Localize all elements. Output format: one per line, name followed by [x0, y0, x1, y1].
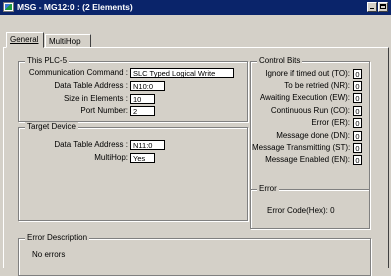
error-description-group-legend: Error Description — [25, 233, 90, 242]
control-bit-en-field[interactable]: 0 — [353, 155, 362, 165]
port-number-field[interactable]: 2 — [130, 106, 155, 116]
error-description-text: No errors — [32, 250, 66, 259]
control-bits-group-legend: Control Bits — [257, 56, 303, 65]
control-bit-en-label: Message Enabled (EN): — [265, 155, 350, 164]
control-bit-st-field[interactable]: 0 — [353, 143, 362, 153]
size-in-elements-field[interactable]: 10 — [130, 94, 155, 104]
control-bit-nr-field[interactable]: 0 — [353, 81, 362, 91]
tab-general-label: General — [10, 35, 39, 44]
minimize-button[interactable] — [367, 2, 377, 12]
control-bit-to-label: Ignore if timed out (TO): — [265, 69, 350, 78]
control-bit-er-label: Error (ER): — [311, 118, 350, 127]
control-bit-ew-label: Awaiting Execution (EW): — [259, 93, 350, 102]
control-bit-er-field[interactable]: 0 — [353, 118, 362, 128]
target-device-group-legend: Target Device — [25, 122, 78, 131]
plc5-data-table-address-label: Data Table Address : — [54, 81, 128, 90]
error-code-text: Error Code(Hex): 0 — [267, 206, 335, 215]
plc5-data-table-address-field[interactable]: N10:0 — [130, 81, 165, 91]
plc5-group-legend: This PLC-5 — [25, 56, 70, 65]
control-bit-co-field[interactable]: 0 — [353, 106, 362, 116]
window-title: MSG - MG12:0 : (2 Elements) — [17, 2, 133, 12]
target-data-table-address-field[interactable]: N11:0 — [130, 140, 165, 150]
title-bar[interactable]: MSG - MG12:0 : (2 Elements) — [0, 0, 391, 15]
control-bit-ew-field[interactable]: 0 — [353, 93, 362, 103]
error-description-group: Error Description — [18, 233, 371, 276]
control-bit-to-field[interactable]: 0 — [353, 69, 362, 79]
tab-multihop[interactable]: MultiHop — [45, 34, 91, 48]
control-bit-dn-field[interactable]: 0 — [353, 131, 362, 141]
target-data-table-address-label: Data Table Address : — [54, 140, 128, 149]
control-bit-co-label: Continuous Run (CO): — [270, 106, 350, 115]
size-in-elements-label: Size in Elements : — [63, 94, 128, 103]
control-bit-st-label: Message Transmitting (ST): — [252, 143, 351, 152]
tab-multihop-label: MultiHop — [49, 37, 81, 46]
app-icon — [3, 2, 14, 12]
maximize-button[interactable] — [378, 2, 388, 12]
multihop-label: MultiHop: — [94, 153, 128, 162]
communication-command-label: Communication Command : — [28, 68, 128, 77]
control-bit-nr-label: To be retried (NR): — [284, 81, 350, 90]
tab-general[interactable]: General — [6, 32, 44, 48]
communication-command-field[interactable]: SLC Typed Logical Write — [130, 68, 234, 78]
control-bit-dn-label: Message done (DN): — [276, 131, 350, 140]
multihop-field[interactable]: Yes — [130, 153, 155, 163]
port-number-label: Port Number: — [80, 106, 128, 115]
error-group-legend: Error — [257, 184, 279, 193]
